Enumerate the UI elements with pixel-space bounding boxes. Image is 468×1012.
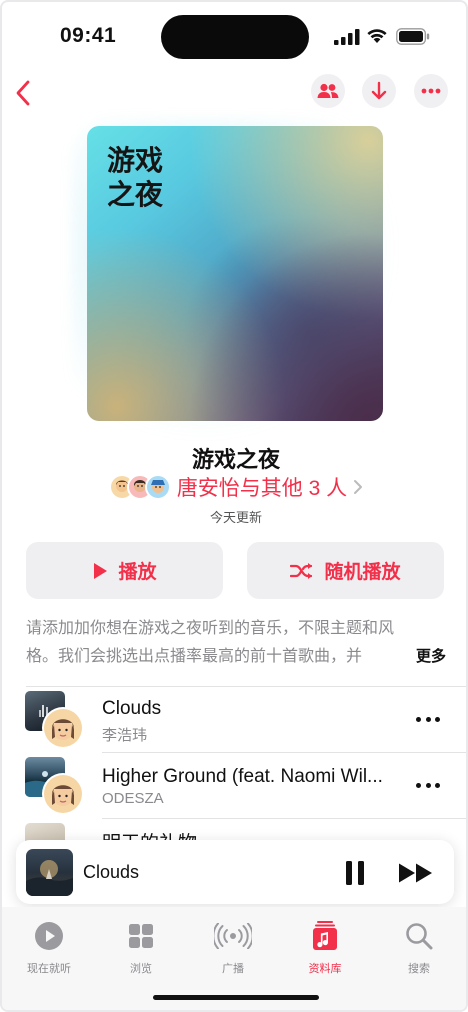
play-icon xyxy=(94,562,108,579)
tab-library[interactable]: 资料库 xyxy=(290,921,360,976)
tab-label: 资料库 xyxy=(308,963,342,975)
tab-label: 现在就听 xyxy=(27,963,71,975)
avatar xyxy=(144,474,171,500)
library-icon xyxy=(313,921,337,950)
tab-radio[interactable]: 广播 xyxy=(198,921,268,976)
tab-label: 浏览 xyxy=(130,963,152,975)
more-options-button[interactable] xyxy=(414,74,448,108)
shuffle-label: 随机播放 xyxy=(324,562,401,583)
play-label: 播放 xyxy=(118,562,157,583)
radio-icon xyxy=(214,923,252,949)
back-button[interactable] xyxy=(8,76,38,110)
tab-search[interactable]: 搜索 xyxy=(384,921,454,976)
status-bar: 09:41 xyxy=(2,2,466,72)
tab-browse[interactable]: 浏览 xyxy=(106,921,176,976)
now-playing-artwork xyxy=(26,849,73,896)
wifi-icon xyxy=(367,29,387,43)
playlist-artwork: 游戏 之夜 xyxy=(87,126,383,421)
pause-button[interactable] xyxy=(343,860,367,886)
divider xyxy=(102,752,466,753)
curator-link[interactable]: 唐安怡与其他 3 人 xyxy=(2,472,466,502)
playlist-title: 游戏之夜 xyxy=(191,447,280,472)
track-more-button[interactable] xyxy=(416,714,440,724)
divider xyxy=(102,818,466,819)
mini-player[interactable]: Clouds xyxy=(16,840,454,904)
next-track-button[interactable] xyxy=(398,862,434,884)
track-row[interactable]: Clouds 李浩玮 xyxy=(2,688,466,754)
grid-icon xyxy=(129,924,153,948)
updated-label: 今天更新 xyxy=(209,510,262,525)
forward-icon xyxy=(399,863,432,883)
track-more-button[interactable] xyxy=(416,780,440,790)
play-button[interactable]: 播放 xyxy=(26,542,223,599)
track-title: Clouds xyxy=(102,698,162,719)
tab-listen-now[interactable]: 现在就听 xyxy=(14,921,84,976)
tab-label: 搜索 xyxy=(408,963,430,975)
play-circle-icon xyxy=(35,922,63,950)
shuffle-icon xyxy=(290,562,313,579)
dynamic-island xyxy=(161,15,309,59)
download-icon xyxy=(371,81,387,100)
download-button[interactable] xyxy=(362,74,396,108)
contributor-avatar xyxy=(42,773,84,815)
artwork-title: 游戏 之夜 xyxy=(107,145,164,210)
collaborator-avatars xyxy=(108,474,171,500)
contributor-avatar xyxy=(42,707,84,749)
battery-icon xyxy=(396,28,430,45)
status-time: 09:41 xyxy=(60,24,117,47)
track-row[interactable]: Higher Ground (feat. Naomi Wil... ODESZA xyxy=(2,754,466,820)
shuffle-button[interactable]: 随机播放 xyxy=(247,542,444,599)
divider xyxy=(26,686,466,687)
tab-label: 广播 xyxy=(222,963,244,975)
home-indicator xyxy=(153,995,319,1000)
people-icon xyxy=(317,83,339,98)
more-icon xyxy=(421,88,441,94)
search-icon xyxy=(406,923,433,950)
chevron-right-icon xyxy=(354,480,363,494)
cellular-signal-icon xyxy=(334,29,360,45)
collaborators-button[interactable] xyxy=(311,74,345,108)
track-title: Higher Ground (feat. Naomi Wil... xyxy=(102,766,383,787)
more-description-button[interactable]: 更多 xyxy=(412,645,447,666)
curator-name: 唐安怡与其他 3 人 xyxy=(176,477,348,500)
screen: 09:41 游戏 之夜 游戏之夜 唐安怡与其他 3 人 今天更新 播放 随机播放… xyxy=(0,0,468,1012)
pause-icon xyxy=(346,861,364,885)
track-artist: 李浩玮 xyxy=(102,727,148,744)
track-artist: ODESZA xyxy=(102,790,164,807)
chevron-left-icon xyxy=(16,80,30,106)
now-playing-title: Clouds xyxy=(83,862,140,882)
playlist-description: 请添加加你想在游戏之夜听到的音乐，不限主题和风格。我们会挑选出点播率最高的前十首… xyxy=(26,620,395,665)
